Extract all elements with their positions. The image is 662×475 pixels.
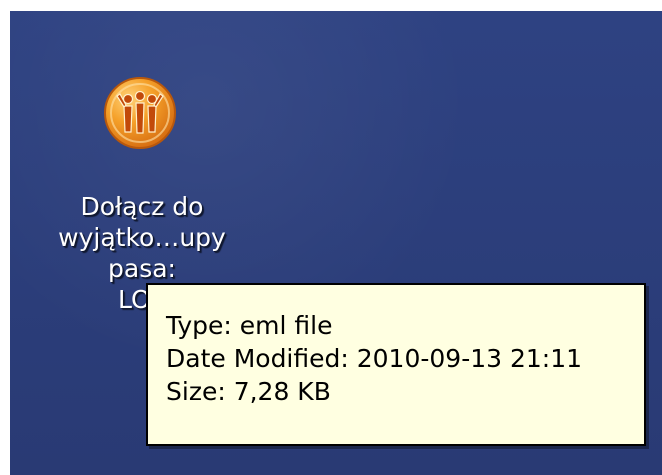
desktop-background: Dołącz do wyjątko…upy pasa: LOT Type: em… [10, 11, 662, 475]
file-info-tooltip: Type: eml file Date Modified: 2010-09-13… [146, 283, 646, 446]
tooltip-size: Size: 7,28 KB [166, 377, 331, 406]
tooltip-type: Type: eml file [166, 311, 333, 340]
desktop-icon-label-line: wyjątko…upy [58, 223, 226, 252]
group-logo-icon [104, 77, 176, 149]
tooltip-date-modified: Date Modified: 2010-09-13 21:11 [166, 344, 583, 373]
desktop-icon-label-line: Dołącz do [80, 192, 204, 221]
desktop-icon-label-line: pasa: [108, 254, 176, 283]
